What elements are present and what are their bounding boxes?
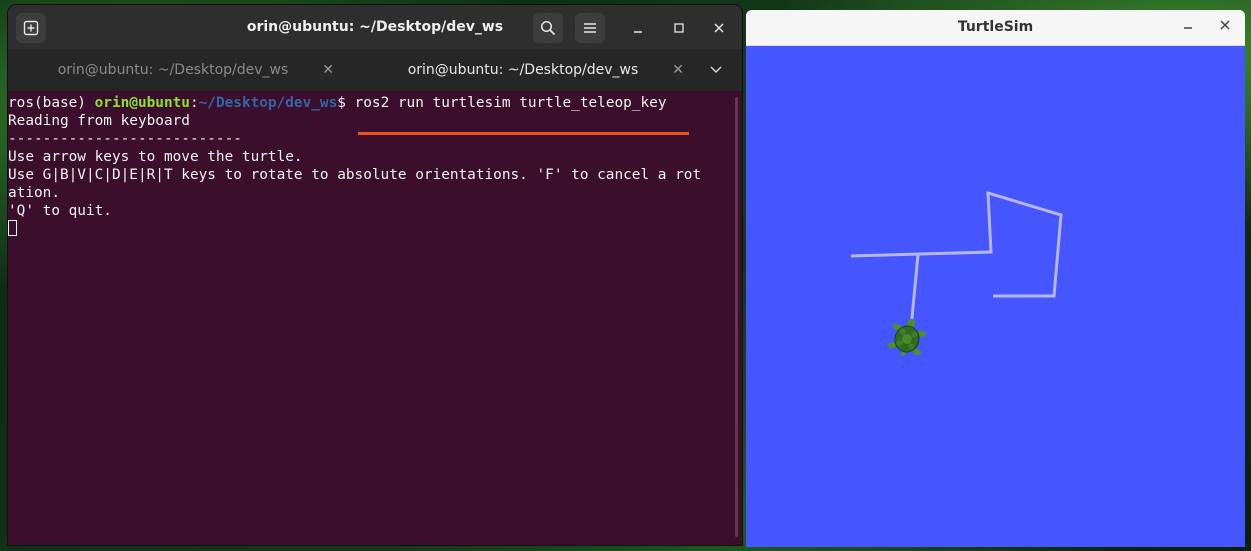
terminal-scrollbar[interactable] <box>735 97 738 537</box>
tab-bar: orin@ubuntu: ~/Desktop/dev_ws ✕ orin@ubu… <box>8 49 742 135</box>
search-icon <box>540 20 556 36</box>
turtlesim-canvas <box>746 46 1245 547</box>
tab-close-icon[interactable]: ✕ <box>672 49 684 91</box>
hamburger-menu-icon <box>584 23 596 33</box>
tab-close-icon[interactable]: ✕ <box>322 49 334 91</box>
prompt-symbol: $ <box>337 95 355 111</box>
tab-label: orin@ubuntu: ~/Desktop/dev_ws <box>407 62 639 78</box>
close-icon <box>1220 20 1230 30</box>
output-line: ation. <box>8 185 60 201</box>
prompt-separator: : <box>189 95 199 111</box>
close-icon <box>714 23 724 33</box>
turtlesim-window[interactable]: TurtleSim <box>746 10 1245 547</box>
terminal-output[interactable]: ros(base) orin@ubuntu:~/Desktop/dev_ws$ … <box>8 91 730 545</box>
tab-terminal-1[interactable]: orin@ubuntu: ~/Desktop/dev_ws ✕ <box>8 49 348 91</box>
menu-button[interactable] <box>575 13 605 43</box>
text-cursor <box>8 220 17 236</box>
output-line: Use G|B|V|C|D|E|R|T keys to rotate to ab… <box>8 167 702 183</box>
output-line: Use arrow keys to move the turtle. <box>8 149 303 165</box>
prompt-command: ros2 run turtlesim turtle_teleop_key <box>354 95 667 111</box>
turtle-trail-path <box>909 254 920 329</box>
output-line: Reading from keyboard <box>8 113 190 129</box>
turtlesim-minimize-button[interactable] <box>1182 10 1194 45</box>
close-button[interactable] <box>704 13 734 43</box>
new-tab-button[interactable] <box>16 13 46 43</box>
output-line: --------------------------- <box>8 131 242 147</box>
minimize-icon <box>634 31 642 33</box>
turtle-icon <box>887 318 926 357</box>
maximize-icon <box>674 23 684 33</box>
turtlesim-close-button[interactable] <box>1219 10 1231 45</box>
tab-terminal-2[interactable]: orin@ubuntu: ~/Desktop/dev_ws ✕ <box>358 49 698 91</box>
prompt-path: ~/Desktop/dev_ws <box>198 95 338 111</box>
turtlesim-header-bar[interactable]: TurtleSim <box>746 10 1245 46</box>
terminal-header-bar[interactable]: orin@ubuntu: ~/Desktop/dev_ws <box>8 5 742 49</box>
tab-label: orin@ubuntu: ~/Desktop/dev_ws <box>57 62 289 78</box>
tab-dropdown-button[interactable] <box>710 49 722 91</box>
chevron-down-icon <box>710 66 722 74</box>
terminal-title: orin@ubuntu: ~/Desktop/dev_ws <box>246 19 504 35</box>
maximize-button[interactable] <box>664 13 694 43</box>
minimize-icon <box>1184 27 1192 29</box>
turtle-canvas-svg <box>850 190 1063 357</box>
prompt-line: ros(base) orin@ubuntu:~/Desktop/dev_ws$ … <box>8 94 730 112</box>
new-tab-icon <box>23 20 39 36</box>
cursor-line <box>8 220 730 238</box>
minimize-button[interactable] <box>623 13 653 43</box>
output-line: 'Q' to quit. <box>8 203 112 219</box>
terminal-window[interactable]: orin@ubuntu: ~/Desktop/dev_ws orin@ubunt… <box>8 5 742 545</box>
prompt-user: orin@ubuntu <box>94 95 190 111</box>
prompt-env: ros(base) <box>8 95 95 111</box>
turtle-trail-path <box>850 190 1063 298</box>
turtlesim-title: TurtleSim <box>957 19 1034 35</box>
search-button[interactable] <box>533 13 563 43</box>
